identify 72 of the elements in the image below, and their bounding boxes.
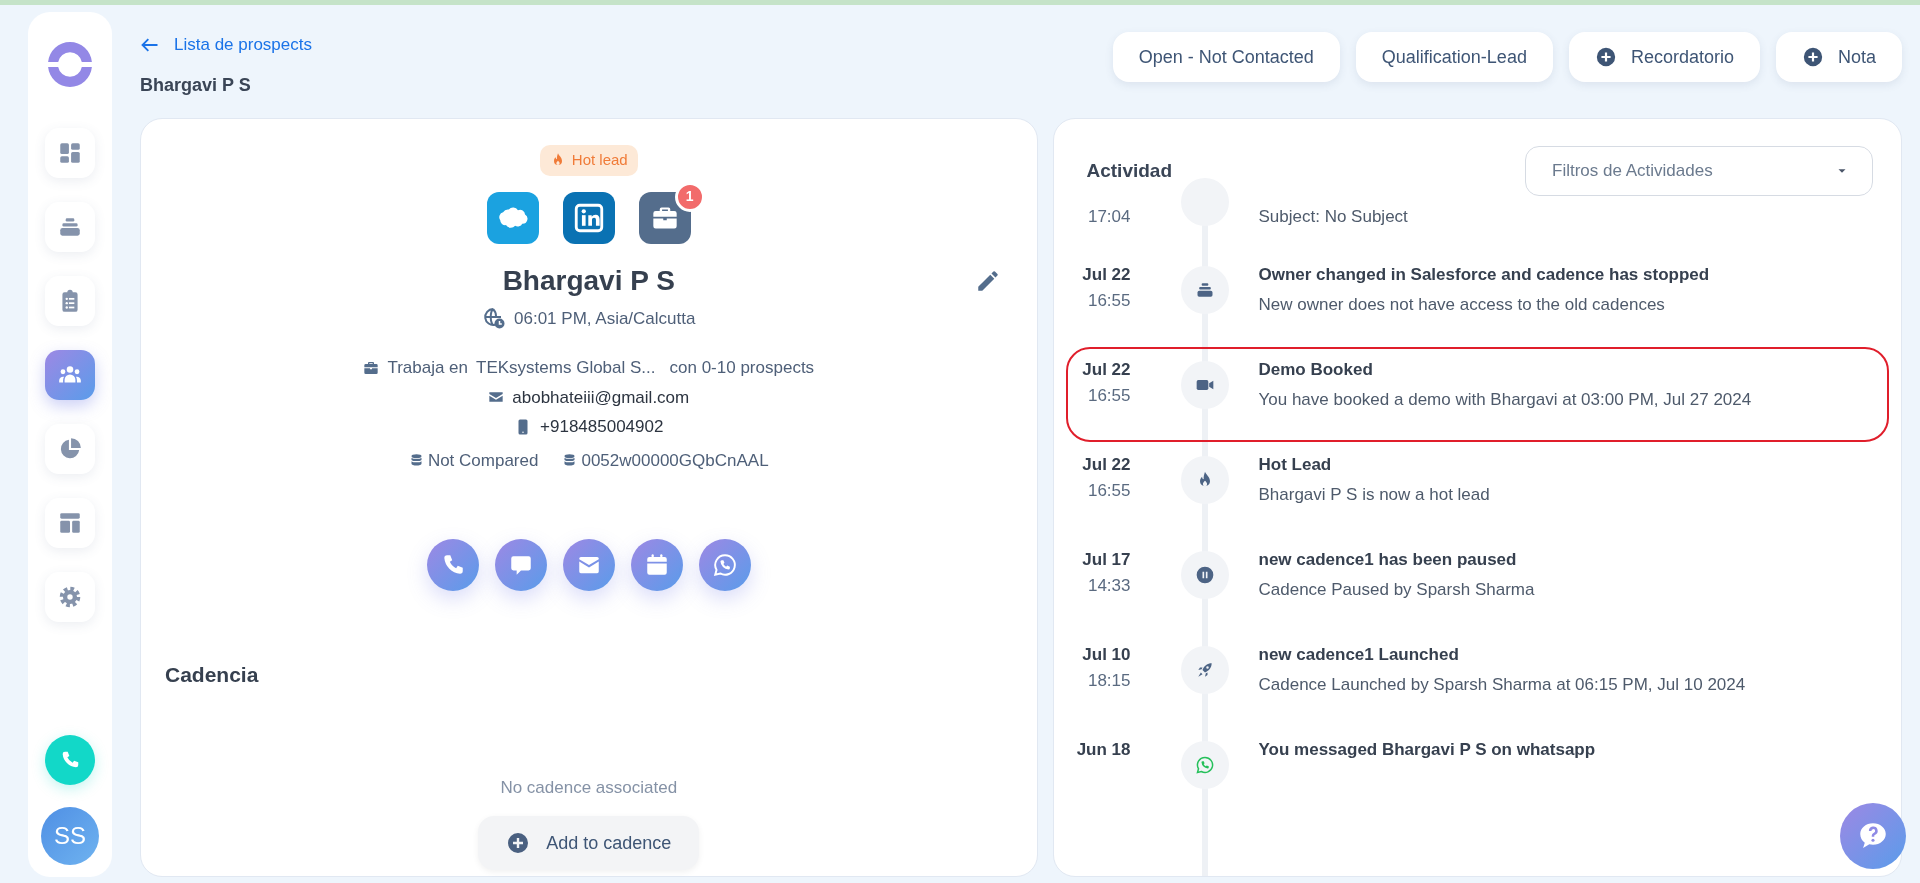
sidebar-item[interactable] [45,572,95,622]
email-button[interactable] [562,539,615,591]
activity-date: Jul 22 [1081,359,1131,381]
sidebar-item[interactable] [45,276,95,326]
logo-icon [46,40,94,88]
sidebar-item[interactable] [45,498,95,548]
activity-date: Jul 22 [1081,454,1131,476]
activity-date: Jun 18 [1075,739,1131,761]
sidebar-item[interactable] [45,424,95,474]
add-to-cadence-button[interactable]: Add to cadence [478,816,700,870]
activity-title: Demo Booked [1258,359,1374,381]
linkedin-button[interactable] [562,191,615,244]
contact-name: Bhargavi P S [502,263,675,298]
hot-lead-badge: Hot lead [539,145,638,176]
activity-text: Cadence Launched by Sparsh Sharma at 06:15 PM, Jul 10 2024 [1258,673,1746,696]
header-button[interactable]: Qualification-Lead [1355,32,1553,82]
activity-date: Jul 17 [1081,549,1131,571]
whatsapp-icon [711,552,738,578]
activity-title: Owner changed in Salesforce and cadence has stopped [1258,264,1710,286]
company-button[interactable] [638,191,691,244]
briefcase-icon [363,359,380,376]
call-button[interactable] [426,539,479,591]
activity-text: Subject: No Subject [1258,206,1408,228]
section-title: Actividad [1086,158,1173,183]
call-button[interactable] [45,735,95,785]
whatsapp-icon [1194,755,1215,775]
sidebar-item[interactable] [45,202,95,252]
layout-icon [57,510,83,536]
email-text: abobhateiii@gmail.com [512,386,690,409]
prospects-count: con 0-10 prospects [669,357,815,379]
activity-date: Jul 22 [1081,264,1131,286]
cloud-link-button[interactable] [486,191,539,244]
header-button[interactable]: Open - Not Contacted [1112,32,1340,82]
activity-text: Cadence Paused by Sparsh Sharma [1258,578,1535,601]
dashboard-icon [57,140,83,166]
activity-date: Jul 10 [1081,644,1131,666]
phone-text: +918485004902 [540,416,664,438]
company-name: TEKsystems Global S... [476,357,656,379]
sidebar-item[interactable] [45,350,95,400]
whatsapp-button[interactable] [698,539,751,591]
activity-title: new cadence1 has been paused [1258,549,1518,571]
settings-icon [57,584,83,610]
activity-time: 16:55 [1086,479,1131,502]
activity-time: 16:55 [1086,289,1131,312]
empty-message: No cadence associated [500,776,678,799]
activity-text: New owner does not have access to the old cadences [1258,293,1666,316]
section-title: Cadencia [165,662,259,688]
page-title: Bhargavi P S [140,73,252,97]
activity-time: 14:33 [1086,574,1131,597]
database-icon [562,452,578,468]
back-link[interactable]: Lista de prospects [140,32,312,58]
activity-title: new cadence1 Launched [1258,644,1460,666]
activity-text: Bhargavi P S is now a hot lead [1258,483,1490,506]
crm-status: Not Compared [427,449,539,472]
activity-title: You messaged Bhargavi P S on whatsapp [1258,739,1596,761]
pause-icon [1194,565,1215,585]
activity-time: 16:55 [1086,384,1131,407]
message-button[interactable] [494,539,547,591]
globe-clock-icon [482,306,507,331]
calendar-button[interactable] [630,539,683,591]
filter-dropdown[interactable]: Filtros de Actividades [1525,146,1873,196]
activity-time: 17:04 [1086,206,1131,228]
header-button[interactable]: Nota [1775,32,1902,82]
works-at-label: Trabaja en [387,357,469,379]
sidebar-item[interactable] [45,128,95,178]
crm-id: 0052w00000GQbCnAAL [581,449,769,472]
stacked-layers-icon [1194,280,1215,300]
activity-text: You have booked a demo with Bhargavi at 03:00 PM, Jul 27 2024 [1258,388,1752,411]
activity-title: Hot Lead [1258,454,1333,476]
activity-time: 18:15 [1086,669,1131,692]
header-button[interactable]: Recordatorio [1568,32,1760,82]
timezone-text: 06:01 PM, Asia/Calcutta [514,307,696,330]
